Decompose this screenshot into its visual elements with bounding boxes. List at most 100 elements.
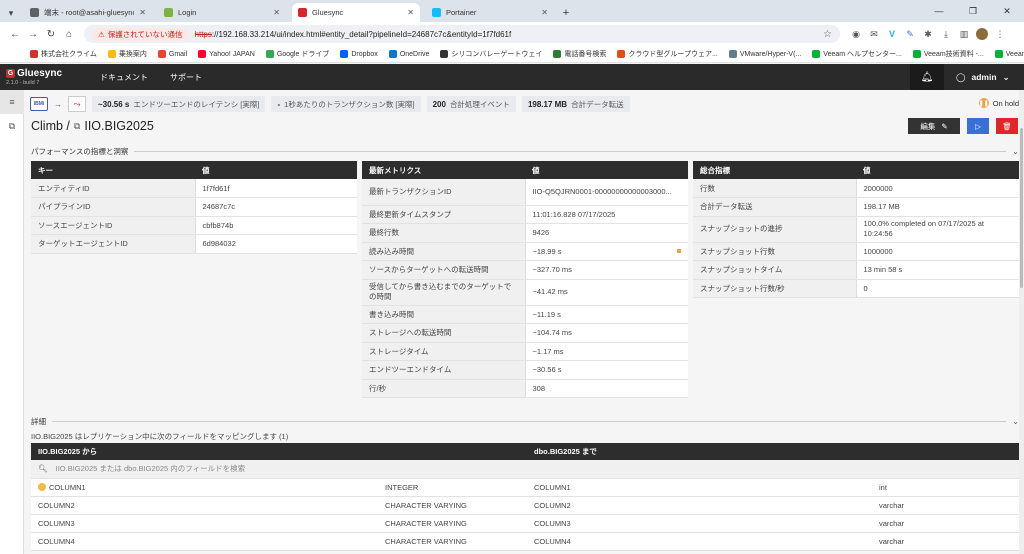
metric-events: 200 合計処理イベント	[426, 96, 516, 112]
scrollbar-thumb[interactable]	[1020, 128, 1023, 288]
start-button[interactable]: ▷	[967, 118, 989, 134]
latest-metrics-table: 最新メトリクス 値 最新トランザクションID IIO-Q5QJRN0001-000…	[362, 161, 688, 398]
column-header: 値	[856, 161, 1019, 179]
user-name: admin	[971, 72, 997, 82]
nav-docs[interactable]: ドキュメント	[100, 72, 148, 83]
bookmark-item[interactable]: 株式会社クライム	[30, 49, 97, 59]
field-search-cell[interactable]: 🔍︎ IIO.BIG2025 または dbo.BIG2025 内のフィールドを検…	[31, 460, 1019, 479]
cell-text: 6d984032	[202, 239, 236, 249]
metric-latency: ~30.56 s エンドツーエンドのレイテンシ [実際]	[92, 96, 266, 112]
profile-avatar[interactable]	[976, 28, 988, 40]
table-row: ターゲットエージェントID 6d984032	[31, 234, 357, 254]
bookmark-item[interactable]: Veeam技術資料 -...	[912, 49, 984, 59]
pipelines-list-icon[interactable]: ≡	[0, 90, 24, 114]
table-row[interactable]: COLUMN4 CHARACTER VARYING COLUMN4 varchar	[31, 532, 1019, 551]
close-tab-icon[interactable]: ✕	[139, 8, 146, 17]
home-icon[interactable]: ⌂	[60, 25, 78, 43]
edit-button[interactable]: 編集 ✎	[908, 118, 960, 134]
table-cell: varchar	[872, 496, 1019, 515]
browser-tab-gluesync[interactable]: Gluesync ✕	[292, 3, 420, 22]
column-header: 値	[525, 161, 688, 179]
cell-text: CHARACTER VARYING	[385, 536, 467, 546]
restore-icon[interactable]: ❐	[956, 0, 990, 22]
cell-text: CHARACTER VARYING	[385, 518, 467, 528]
bookmark-item[interactable]: Veeam Software - C...	[994, 50, 1024, 58]
close-tab-icon[interactable]: ✕	[407, 8, 414, 17]
minimize-icon[interactable]: —	[922, 0, 956, 22]
info-table: キー 値 エンティティID 1f7fd61f パイプラインID 24687c7c ソース…	[31, 161, 357, 254]
metric-data-transfer: 198.17 MB 合計データ転送	[521, 96, 630, 112]
column-header	[872, 443, 1019, 460]
not-secure-badge[interactable]: ⚠ 保護されていない通信	[92, 27, 189, 41]
new-tab-icon[interactable]: +	[558, 3, 574, 22]
bookmark-favicon-icon	[30, 50, 38, 58]
url-bar[interactable]: ⚠ 保護されていない通信 https://192.168.33.214/ui/i…	[84, 25, 840, 43]
search-icon: 🔍︎	[38, 464, 48, 474]
bookmark-item[interactable]: Gmail	[157, 50, 187, 58]
downloads-icon[interactable]: ⤓	[940, 28, 952, 40]
table-row[interactable]: COLUMN2 CHARACTER VARYING COLUMN2 varchar	[31, 496, 1019, 515]
bookmark-item[interactable]: シリコンバレーゲートウェイ	[440, 49, 542, 59]
cell-text: 308	[532, 383, 546, 393]
delete-button[interactable]: 🗑︎	[996, 118, 1018, 134]
bookmark-item[interactable]: VMware/Hyper-V(...	[728, 50, 801, 58]
bookmark-item[interactable]: Veeam ヘルプセンター...	[812, 49, 902, 59]
bookmark-item[interactable]: OneDrive	[388, 50, 429, 58]
table-row[interactable]: COLUMN1 INTEGER COLUMN1 int	[31, 478, 1019, 497]
chat-icon[interactable]: ✎	[904, 28, 916, 40]
bookmark-favicon-icon	[812, 50, 821, 58]
chevron-down-icon[interactable]: ⌄	[1012, 147, 1019, 156]
table-row[interactable]: COLUMN3 CHARACTER VARYING COLUMN3 varchar	[31, 514, 1019, 533]
mail-icon[interactable]: ✉	[868, 28, 880, 40]
history-icon[interactable]: ⧉	[0, 114, 24, 138]
nav-support[interactable]: サポート	[170, 72, 202, 83]
bookmark-item[interactable]: クラウド型グループウェア...	[617, 49, 718, 59]
target-connector-icon[interactable]: ⤳	[68, 96, 86, 112]
vimeo-icon[interactable]: V	[886, 28, 898, 40]
bell-icon[interactable]: 🔔︎	[910, 64, 944, 90]
row-value: ~327.70 ms	[525, 260, 688, 280]
chevron-down-icon[interactable]: ⌄	[1012, 417, 1019, 426]
page-scrollbar[interactable]	[1019, 90, 1024, 554]
breadcrumb[interactable]: Climb /	[31, 119, 70, 133]
browser-tab-portainer[interactable]: Portainer ✕	[426, 3, 554, 22]
browser-tab-terminal[interactable]: 端末 - root@asahi-gluesync ✕	[24, 3, 152, 22]
bookmark-item[interactable]: 電話番号検索	[553, 49, 606, 59]
row-key: 行/秒	[362, 379, 526, 398]
close-tab-icon[interactable]: ✕	[541, 8, 548, 17]
sidebar-icon[interactable]: ▥	[958, 28, 970, 40]
field-search-row: 🔍︎ IIO.BIG2025 または dbo.BIG2025 内のフィールドを検…	[31, 460, 1019, 479]
extensions-icon[interactable]: ✱	[922, 28, 934, 40]
tab-search-icon[interactable]: ▾	[4, 4, 18, 22]
bookmark-star-icon[interactable]: ☆	[823, 29, 832, 40]
bookmark-item[interactable]: Yahoo! JAPAN	[198, 50, 255, 58]
close-window-icon[interactable]: ✕	[990, 0, 1024, 22]
app-version: 2.1.0 - build 7	[6, 80, 40, 86]
cell-text: エンティティID	[38, 183, 90, 193]
back-icon[interactable]: ←	[6, 25, 24, 43]
table-row: 最終行数 9426	[362, 223, 688, 243]
gluesync-logo[interactable]: G Gluesync 2.1.0 - build 7	[0, 68, 70, 86]
section-title: パフォーマンスの指標と洞察	[31, 147, 129, 156]
close-tab-icon[interactable]: ✕	[273, 8, 280, 17]
camera-icon[interactable]: ◉	[850, 28, 862, 40]
bookmark-item[interactable]: Google ドライブ	[265, 49, 329, 59]
bookmark-item[interactable]: Dropbox	[340, 50, 378, 58]
source-connector-badge[interactable]: IBMi	[30, 97, 48, 111]
perf-section-header[interactable]: パフォーマンスの指標と洞察 ⌄	[31, 146, 1019, 157]
browser-tab-login[interactable]: Login ✕	[158, 3, 286, 22]
reload-icon[interactable]: ↻	[42, 25, 60, 43]
field-search-placeholder[interactable]: IIO.BIG2025 または dbo.BIG2025 内のフィールドを検索	[56, 464, 246, 473]
bookmark-item[interactable]: 乗換案内	[107, 49, 147, 59]
divider	[52, 421, 1007, 422]
forward-icon[interactable]: →	[24, 25, 42, 43]
cell-text: INTEGER	[385, 482, 419, 492]
copy-icon[interactable]: ⧉	[74, 121, 80, 132]
row-value: ~1.17 ms	[525, 342, 688, 361]
user-menu[interactable]: ◯ admin ⌄	[944, 72, 1024, 83]
edit-label: 編集	[920, 121, 936, 131]
menu-kebab-icon[interactable]: ⋮	[994, 28, 1006, 40]
url-text[interactable]: https://192.168.33.214/ui/index.html#ent…	[195, 30, 818, 39]
details-section-header[interactable]: 詳細 ⌄	[31, 416, 1019, 427]
cell-text: 受信してから書き込むまでのターゲットでの時間	[369, 282, 512, 301]
